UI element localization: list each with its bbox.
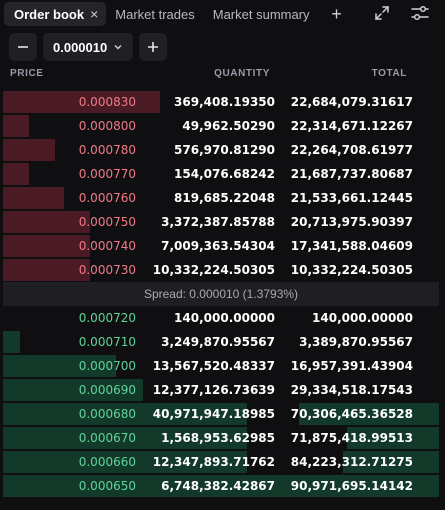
ask-depth-bar <box>3 211 90 233</box>
ask-total: 21,533,661.12445 <box>290 191 413 205</box>
bid-total: 90,971,695.14142 <box>290 479 413 493</box>
ask-price: 0.000750 <box>78 215 136 229</box>
bid-row[interactable]: 0.000660 12,347,893.71762 84,223,312.71275 <box>3 450 439 474</box>
ask-row[interactable]: 0.000730 10,332,224.50305 10,332,224.50305 <box>3 258 439 282</box>
ask-price: 0.000830 <box>78 95 136 109</box>
bid-price: 0.000700 <box>78 359 136 373</box>
add-tab-icon[interactable]: + <box>325 4 349 25</box>
close-icon[interactable]: × <box>90 6 98 22</box>
ask-total: 10,332,224.50305 <box>290 263 413 277</box>
ask-total: 21,687,737.80687 <box>290 167 413 181</box>
ask-quantity: 369,408.19350 <box>174 95 275 109</box>
order-book-bids: 0.000720 140,000.00000 140,000.00000 0.0007… <box>3 306 439 498</box>
spread-indicator: Spread: 0.000010 (1.3793%) <box>3 282 439 306</box>
bid-total: 3,389,870.95567 <box>299 335 413 349</box>
bid-total: 16,957,391.43904 <box>290 359 413 373</box>
ask-row[interactable]: 0.000740 7,009,363.54304 17,341,588.04609 <box>3 234 439 258</box>
total-header: TOTAL <box>371 68 407 79</box>
ask-rows: 0.000830 369,408.19350 22,684,079.31617 0.0… <box>3 90 439 282</box>
ask-price: 0.000770 <box>78 167 136 181</box>
ask-depth-bar <box>3 115 29 137</box>
panel-actions <box>371 2 431 24</box>
quantity-header: QUANTITY <box>214 68 270 79</box>
decrease-tick-button[interactable] <box>9 33 37 61</box>
ask-row[interactable]: 0.000750 3,372,387.85788 20,713,975.90397 <box>3 210 439 234</box>
bid-quantity: 140,000.00000 <box>174 311 275 325</box>
tick-size-value: 0.000010 <box>53 39 108 55</box>
bid-total: 84,223,312.71275 <box>290 455 413 469</box>
bid-quantity: 12,377,126.73639 <box>152 383 275 397</box>
ask-total: 22,264,708.61977 <box>290 143 413 157</box>
ask-total: 22,684,079.31617 <box>290 95 413 109</box>
bid-price: 0.000650 <box>78 479 136 493</box>
ask-quantity: 819,685.22048 <box>174 191 275 205</box>
ask-quantity: 49,962.50290 <box>182 119 275 133</box>
minus-icon <box>18 46 28 48</box>
bid-quantity: 1,568,953.62985 <box>161 431 275 445</box>
bid-row[interactable]: 0.000690 12,377,126.73639 29,334,518.17543 <box>3 378 439 402</box>
ask-total: 17,341,588.04609 <box>290 239 413 253</box>
bid-price: 0.000680 <box>78 407 136 421</box>
ask-price: 0.000740 <box>78 239 136 253</box>
column-headers: PRICE QUANTITY TOTAL <box>0 66 445 82</box>
ask-price: 0.000800 <box>78 119 136 133</box>
bid-depth-bar <box>3 331 20 353</box>
tab-label: Order book <box>14 6 85 22</box>
ask-depth-bar <box>3 235 90 257</box>
bid-quantity: 3,249,870.95567 <box>161 335 275 349</box>
ask-row[interactable]: 0.000830 369,408.19350 22,684,079.31617 <box>3 90 439 114</box>
chevron-down-icon <box>114 45 122 50</box>
bid-price: 0.000690 <box>78 383 136 397</box>
tick-size-select[interactable]: 0.000010 <box>43 33 133 61</box>
bid-row[interactable]: 0.000720 140,000.00000 140,000.00000 <box>3 306 439 330</box>
bid-total: 140,000.00000 <box>312 311 413 325</box>
bid-price: 0.000720 <box>78 311 136 325</box>
bid-price: 0.000670 <box>78 431 136 445</box>
tab-market-summary[interactable]: Market summary <box>204 2 319 26</box>
bid-total: 29,334,518.17543 <box>290 383 413 397</box>
bid-price: 0.000710 <box>78 335 136 349</box>
bid-total: 71,875,418.99513 <box>290 431 413 445</box>
bid-rows: 0.000720 140,000.00000 140,000.00000 0.0007… <box>3 306 439 498</box>
bid-row[interactable]: 0.000680 40,971,947.18985 70,306,465.36528 <box>3 402 439 426</box>
order-book: 0.000830 369,408.19350 22,684,079.31617 0.0… <box>3 90 439 282</box>
bid-row[interactable]: 0.000670 1,568,953.62985 71,875,418.99513 <box>3 426 439 450</box>
settings-sliders-icon[interactable] <box>409 2 431 24</box>
ask-total: 22,314,671.12267 <box>290 119 413 133</box>
ask-row[interactable]: 0.000800 49,962.50290 22,314,671.12267 <box>3 114 439 138</box>
plus-icon <box>148 42 158 52</box>
ask-quantity: 7,009,363.54304 <box>161 239 275 253</box>
bid-quantity: 12,347,893.71762 <box>152 455 275 469</box>
ask-quantity: 154,076.68242 <box>174 167 275 181</box>
ask-depth-bar <box>3 187 64 209</box>
bid-quantity: 40,971,947.18985 <box>152 407 275 421</box>
ask-row[interactable]: 0.000760 819,685.22048 21,533,661.12445 <box>3 186 439 210</box>
bid-row[interactable]: 0.000700 13,567,520.48337 16,957,391.43904 <box>3 354 439 378</box>
ask-price: 0.000730 <box>78 263 136 277</box>
ask-quantity: 576,970.81290 <box>174 143 275 157</box>
ask-depth-bar <box>3 163 29 185</box>
bid-price: 0.000660 <box>78 455 136 469</box>
tab-market-trades[interactable]: Market trades <box>106 2 203 26</box>
ask-price: 0.000780 <box>78 143 136 157</box>
ask-row[interactable]: 0.000770 154,076.68242 21,687,737.80687 <box>3 162 439 186</box>
ask-quantity: 3,372,387.85788 <box>161 215 275 229</box>
bid-quantity: 6,748,382.42867 <box>161 479 275 493</box>
ask-total: 20,713,975.90397 <box>290 215 413 229</box>
expand-icon[interactable] <box>371 2 393 24</box>
increase-tick-button[interactable] <box>139 33 167 61</box>
ask-price: 0.000760 <box>78 191 136 205</box>
bid-total: 70,306,465.36528 <box>290 407 413 421</box>
bid-quantity: 13,567,520.48337 <box>152 359 275 373</box>
tab-order-book[interactable]: Order book × <box>4 2 107 26</box>
ask-depth-bar <box>3 139 55 161</box>
ask-depth-bar <box>3 259 90 281</box>
bid-row[interactable]: 0.000710 3,249,870.95567 3,389,870.95567 <box>3 330 439 354</box>
ask-quantity: 10,332,224.50305 <box>152 263 275 277</box>
price-header: PRICE <box>10 68 44 79</box>
bid-row[interactable]: 0.000650 6,748,382.42867 90,971,695.14142 <box>3 474 439 498</box>
ask-row[interactable]: 0.000780 576,970.81290 22,264,708.61977 <box>3 138 439 162</box>
tick-controls: 0.000010 <box>9 33 167 61</box>
